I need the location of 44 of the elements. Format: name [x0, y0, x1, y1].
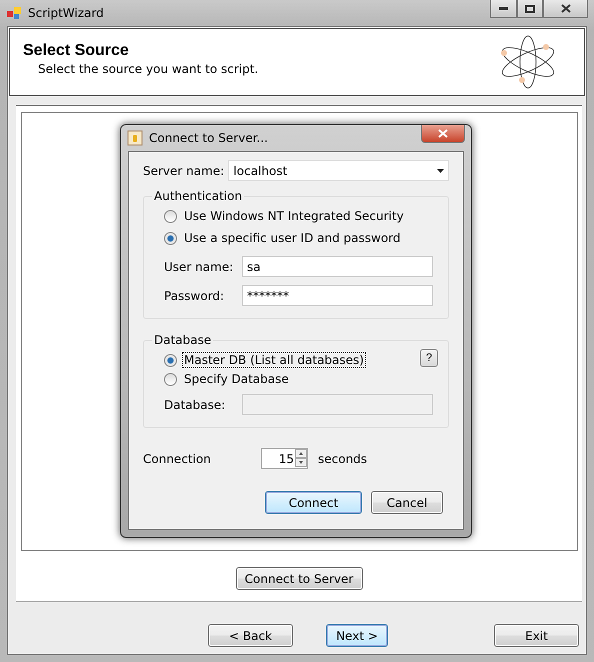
minimize-icon	[499, 6, 508, 10]
group-label: Authentication	[153, 189, 244, 203]
dialog-button[interactable]: Cancel	[371, 491, 443, 514]
window-title: ScriptWizard	[28, 6, 104, 20]
radio-label[interactable]: Use Windows NT Integrated Security	[183, 209, 405, 223]
radio-label[interactable]: Specify Database	[183, 372, 290, 386]
close-button[interactable]	[421, 125, 465, 143]
radio-label[interactable]: Use a specific user ID and password	[183, 231, 402, 245]
nav-button[interactable]: Exit	[494, 624, 579, 647]
field-label: Server name:	[143, 164, 226, 178]
nav-button[interactable]: < Back	[208, 624, 293, 647]
atom-icon	[499, 34, 557, 90]
dialog-title: Connect to Server...	[149, 131, 268, 145]
radio-label[interactable]: Master DB (List all databases)	[183, 353, 365, 367]
group-label: Database	[153, 333, 212, 347]
page-title: Select Source	[23, 42, 130, 60]
connect-to-server-button[interactable]: Connect to Server	[236, 567, 362, 590]
spin-arrows-icon	[295, 449, 307, 468]
radio-button[interactable]	[164, 354, 177, 366]
database-icon	[127, 130, 143, 146]
dialog-button[interactable]: Connect	[265, 491, 362, 514]
app-icon	[6, 6, 22, 20]
nav-button[interactable]: Next >	[326, 624, 388, 647]
radio-button[interactable]	[164, 210, 177, 222]
password-field[interactable]: *******	[242, 285, 433, 306]
maximize-button[interactable]	[517, 0, 543, 18]
field-label: Database:	[164, 398, 226, 412]
help-button[interactable]: ?	[420, 349, 438, 367]
dropdown-icon	[437, 168, 444, 172]
field-label: User name:	[164, 260, 234, 274]
close-icon	[438, 129, 448, 138]
radio-button[interactable]	[164, 232, 177, 244]
close-button[interactable]	[543, 0, 588, 18]
radio-button[interactable]	[164, 372, 177, 386]
page-subtitle: Select the source you want to script.	[37, 62, 258, 76]
user-name-field[interactable]: sa	[242, 256, 433, 277]
field-label: Connection	[143, 452, 212, 466]
maximize-icon	[525, 4, 535, 12]
close-icon	[560, 4, 570, 13]
field-label: Password:	[164, 288, 226, 302]
minimize-button[interactable]	[490, 0, 517, 18]
server-name-combo[interactable]: localhost	[228, 160, 449, 181]
timeout-spinner[interactable]: 15	[261, 448, 308, 469]
unit-label: seconds	[318, 452, 368, 466]
